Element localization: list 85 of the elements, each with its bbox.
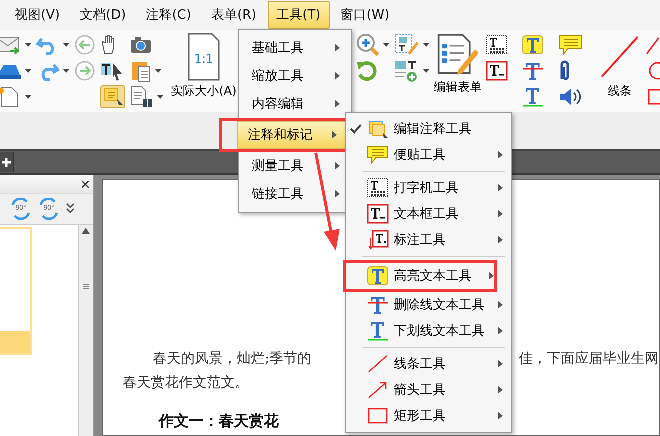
dropdown-caret-icon[interactable]: [25, 69, 32, 73]
typewriter-icon: [367, 178, 389, 198]
page-icon: 1:1: [188, 33, 220, 81]
submenu-arrow-icon: [335, 44, 340, 52]
image-text-icon[interactable]: [394, 59, 420, 83]
clipboard-icon[interactable]: [130, 59, 152, 83]
menu-item[interactable]: 注释(C): [137, 1, 200, 29]
dropdown-caret-icon[interactable]: [63, 43, 70, 47]
heading: 作文一：春天赏花: [159, 412, 279, 431]
line-tool-button[interactable]: 线条: [598, 33, 642, 112]
rotate-arrows-icon: [10, 198, 32, 220]
paragraph-text: 春天赏花作文范文。: [123, 374, 249, 392]
page-thumbnail[interactable]: [0, 227, 32, 355]
dropdown-caret-icon[interactable]: [25, 43, 32, 47]
document-search-icon[interactable]: [130, 85, 154, 109]
submenu-arrow-icon: [335, 100, 340, 108]
dropdown-caret-icon[interactable]: [423, 69, 430, 73]
text-box-icon: [367, 204, 389, 224]
underline-text-icon[interactable]: [522, 87, 544, 107]
dropdown-caret-icon[interactable]: [63, 69, 70, 73]
note-icon[interactable]: [558, 34, 584, 56]
paragraph-text: 春天的风景，灿烂;季节的: [153, 350, 312, 368]
rectangle-icon: [367, 406, 389, 426]
text-box-icon[interactable]: [486, 61, 508, 81]
menu-item[interactable]: 基础工具: [241, 34, 349, 62]
menu-item[interactable]: 线条工具: [346, 351, 511, 377]
rotate-counterclockwise-icon[interactable]: [356, 60, 378, 82]
callout-icon: [367, 230, 389, 250]
scroll-grip-icon: [82, 284, 90, 289]
zoom-in-icon[interactable]: [356, 33, 380, 57]
menu-item[interactable]: 打字机工具: [346, 175, 511, 201]
menu-item[interactable]: 高亮文本工具: [346, 263, 494, 289]
menu-item[interactable]: 删除线文本工具: [346, 292, 511, 318]
edit-form-button[interactable]: 编辑表单: [434, 33, 482, 112]
annotation-select-icon: [367, 119, 389, 139]
menu-item[interactable]: 编辑注释工具: [346, 116, 511, 142]
dropdown-caret-icon[interactable]: [423, 43, 430, 47]
new-tab-button[interactable]: [0, 152, 14, 172]
menu-item[interactable]: 窗口(W): [332, 1, 399, 29]
submenu-arrow-icon: [335, 162, 340, 170]
menu-item[interactable]: 工具(T): [268, 1, 330, 29]
dropdown-caret-icon[interactable]: [383, 43, 390, 47]
rotate-arrows-icon: [38, 198, 60, 220]
menu-item[interactable]: 标注工具: [346, 227, 511, 253]
dropdown-caret-icon[interactable]: [25, 95, 32, 99]
highlight-text-icon[interactable]: [522, 35, 544, 55]
highlight-text-icon: [367, 266, 389, 286]
submenu-arrow-icon: [335, 72, 340, 80]
menu-item[interactable]: 缩放工具: [241, 62, 349, 90]
dropdown-caret-icon[interactable]: [155, 69, 162, 73]
dropdown-caret-icon[interactable]: [157, 95, 164, 99]
close-icon[interactable]: [82, 180, 89, 188]
menu-item[interactable]: 链接工具: [241, 180, 349, 208]
scroll-up-icon[interactable]: [82, 228, 90, 234]
paperclip-icon[interactable]: [558, 59, 572, 83]
menu-item[interactable]: 测量工具: [241, 152, 349, 180]
menu-item[interactable]: 表单(R): [202, 1, 266, 29]
camera-icon[interactable]: [130, 35, 152, 55]
line-icon: [367, 354, 389, 374]
menu-item[interactable]: 文本框工具: [346, 201, 511, 227]
menu-item[interactable]: 文档(D): [71, 1, 136, 29]
menu-item[interactable]: 矩形工具: [346, 403, 511, 429]
submenu-arrow-icon: [335, 190, 340, 198]
strikeout-text-icon[interactable]: [522, 61, 544, 81]
arrow-icon: [367, 380, 389, 400]
underline-text-icon: [367, 321, 389, 341]
menu-item[interactable]: 视图(V): [6, 1, 70, 29]
strikeout-text-icon: [367, 295, 389, 315]
menu-item[interactable]: 注释和标记: [237, 121, 346, 149]
menu-item[interactable]: 便贴工具: [346, 142, 511, 168]
menu-item[interactable]: 箭头工具: [346, 377, 511, 403]
paragraph-text: 佳，下面应届毕业生网: [519, 350, 659, 368]
sticky-note-icon: [367, 145, 389, 165]
double-chevron-icon[interactable]: [66, 203, 75, 215]
speaker-icon[interactable]: [558, 86, 582, 108]
plus-icon: [2, 158, 11, 166]
actual-size-button[interactable]: 1:1 实际大小(A): [172, 33, 236, 112]
form-edit-icon: [437, 33, 479, 77]
typewriter-icon[interactable]: [486, 35, 508, 55]
menu-item[interactable]: 下划线文本工具: [346, 318, 511, 344]
menu-item[interactable]: 内容编辑: [241, 90, 349, 118]
scrollbar[interactable]: [78, 225, 93, 436]
rectangle-shape-icon[interactable]: [646, 87, 660, 107]
submenu-arrow-icon: [332, 131, 337, 139]
text-select-icon[interactable]: [100, 60, 124, 82]
